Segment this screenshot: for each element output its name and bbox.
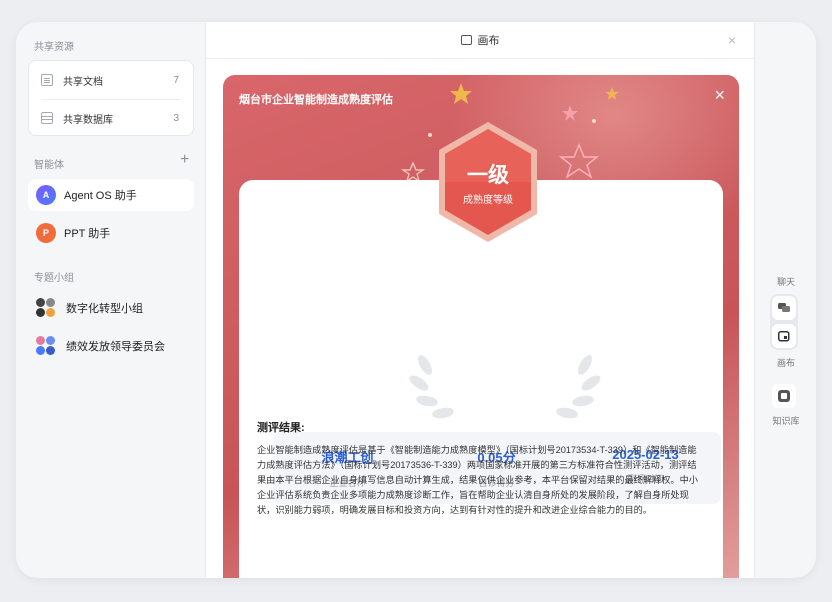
group-label: 数字化转型小组 — [66, 303, 143, 315]
database-icon — [41, 112, 53, 124]
close-canvas-icon[interactable]: × — [728, 32, 736, 48]
chat-label: 聊天 — [776, 277, 795, 287]
close-report-icon[interactable]: × — [714, 85, 725, 106]
result-text: 企业智能制造成熟度评估是基于《智能制造能力成熟度模型》（国标计划号2017353… — [257, 445, 698, 515]
canvas-icon — [460, 35, 472, 45]
agent-os-label: Agent OS 助手 — [64, 190, 137, 202]
result-title: 测评结果: — [257, 422, 305, 434]
shared-docs-item[interactable]: 共享文档 7 — [29, 61, 193, 99]
assessment-report-card: 烟台市企业智能制造成熟度评估 × 浪潮工创 企业名称 0.05分 自诊得分 20… — [223, 75, 739, 578]
shared-db-label: 共享数据库 — [63, 114, 113, 126]
group-digital-transformation[interactable]: 数字化转型小组 — [28, 292, 194, 324]
knowledge-base-label: 知识库 — [772, 416, 800, 426]
sidebar: 共享资源 共享文档 7 共享数据库 3 智能体 + A Agent OS 助手 … — [16, 22, 204, 578]
group-performance-committee[interactable]: 绩效发放领导委员会 — [28, 330, 194, 362]
canvas-icon — [778, 330, 790, 341]
group-avatar — [36, 336, 58, 356]
canvas-title: 画布 — [477, 35, 500, 47]
chat-icon — [778, 303, 790, 312]
knowledge-base-button[interactable] — [772, 384, 796, 408]
knowledge-base-icon — [778, 390, 790, 402]
canvas-label: 画布 — [776, 358, 795, 368]
groups-label: 专题小组 — [34, 273, 74, 284]
agent-ppt-assistant[interactable]: P PPT 助手 — [28, 217, 194, 249]
document-icon — [41, 74, 53, 86]
add-agent-icon[interactable]: + — [180, 152, 189, 168]
agents-label: 智能体 — [34, 160, 64, 171]
canvas-header: 画布 — [206, 22, 754, 59]
maturity-level-label: 成熟度等级 — [463, 195, 513, 206]
group-label: 绩效发放领导委员会 — [66, 341, 165, 353]
agent-ppt-label: PPT 助手 — [64, 228, 111, 240]
shared-db-item[interactable]: 共享数据库 3 — [29, 99, 193, 137]
ppt-avatar: P — [36, 223, 56, 243]
canvas-panel: 画布 × 烟台市企业智能制造成熟度评估 × 浪潮工创 企业名称 0.05分 自诊… — [205, 22, 755, 578]
chat-button[interactable] — [772, 296, 796, 320]
shared-db-count: 3 — [173, 112, 179, 124]
canvas-button[interactable] — [772, 324, 796, 348]
shared-docs-label: 共享文档 — [63, 76, 103, 88]
agent-os-avatar: A — [36, 185, 56, 205]
report-title: 烟台市企业智能制造成熟度评估 — [239, 94, 393, 106]
shared-resources-label: 共享资源 — [34, 42, 74, 53]
app-window: 共享资源 共享文档 7 共享数据库 3 智能体 + A Agent OS 助手 … — [16, 22, 816, 578]
group-avatar — [36, 298, 58, 318]
agent-os-assistant[interactable]: A Agent OS 助手 — [28, 179, 194, 211]
shared-resources-box: 共享文档 7 共享数据库 3 — [28, 60, 194, 136]
laurel-icon — [409, 355, 601, 419]
right-rail: 聊天 画布 知识库 — [756, 22, 816, 578]
maturity-level: 一级 — [467, 164, 509, 187]
shared-docs-count: 7 — [173, 74, 179, 86]
